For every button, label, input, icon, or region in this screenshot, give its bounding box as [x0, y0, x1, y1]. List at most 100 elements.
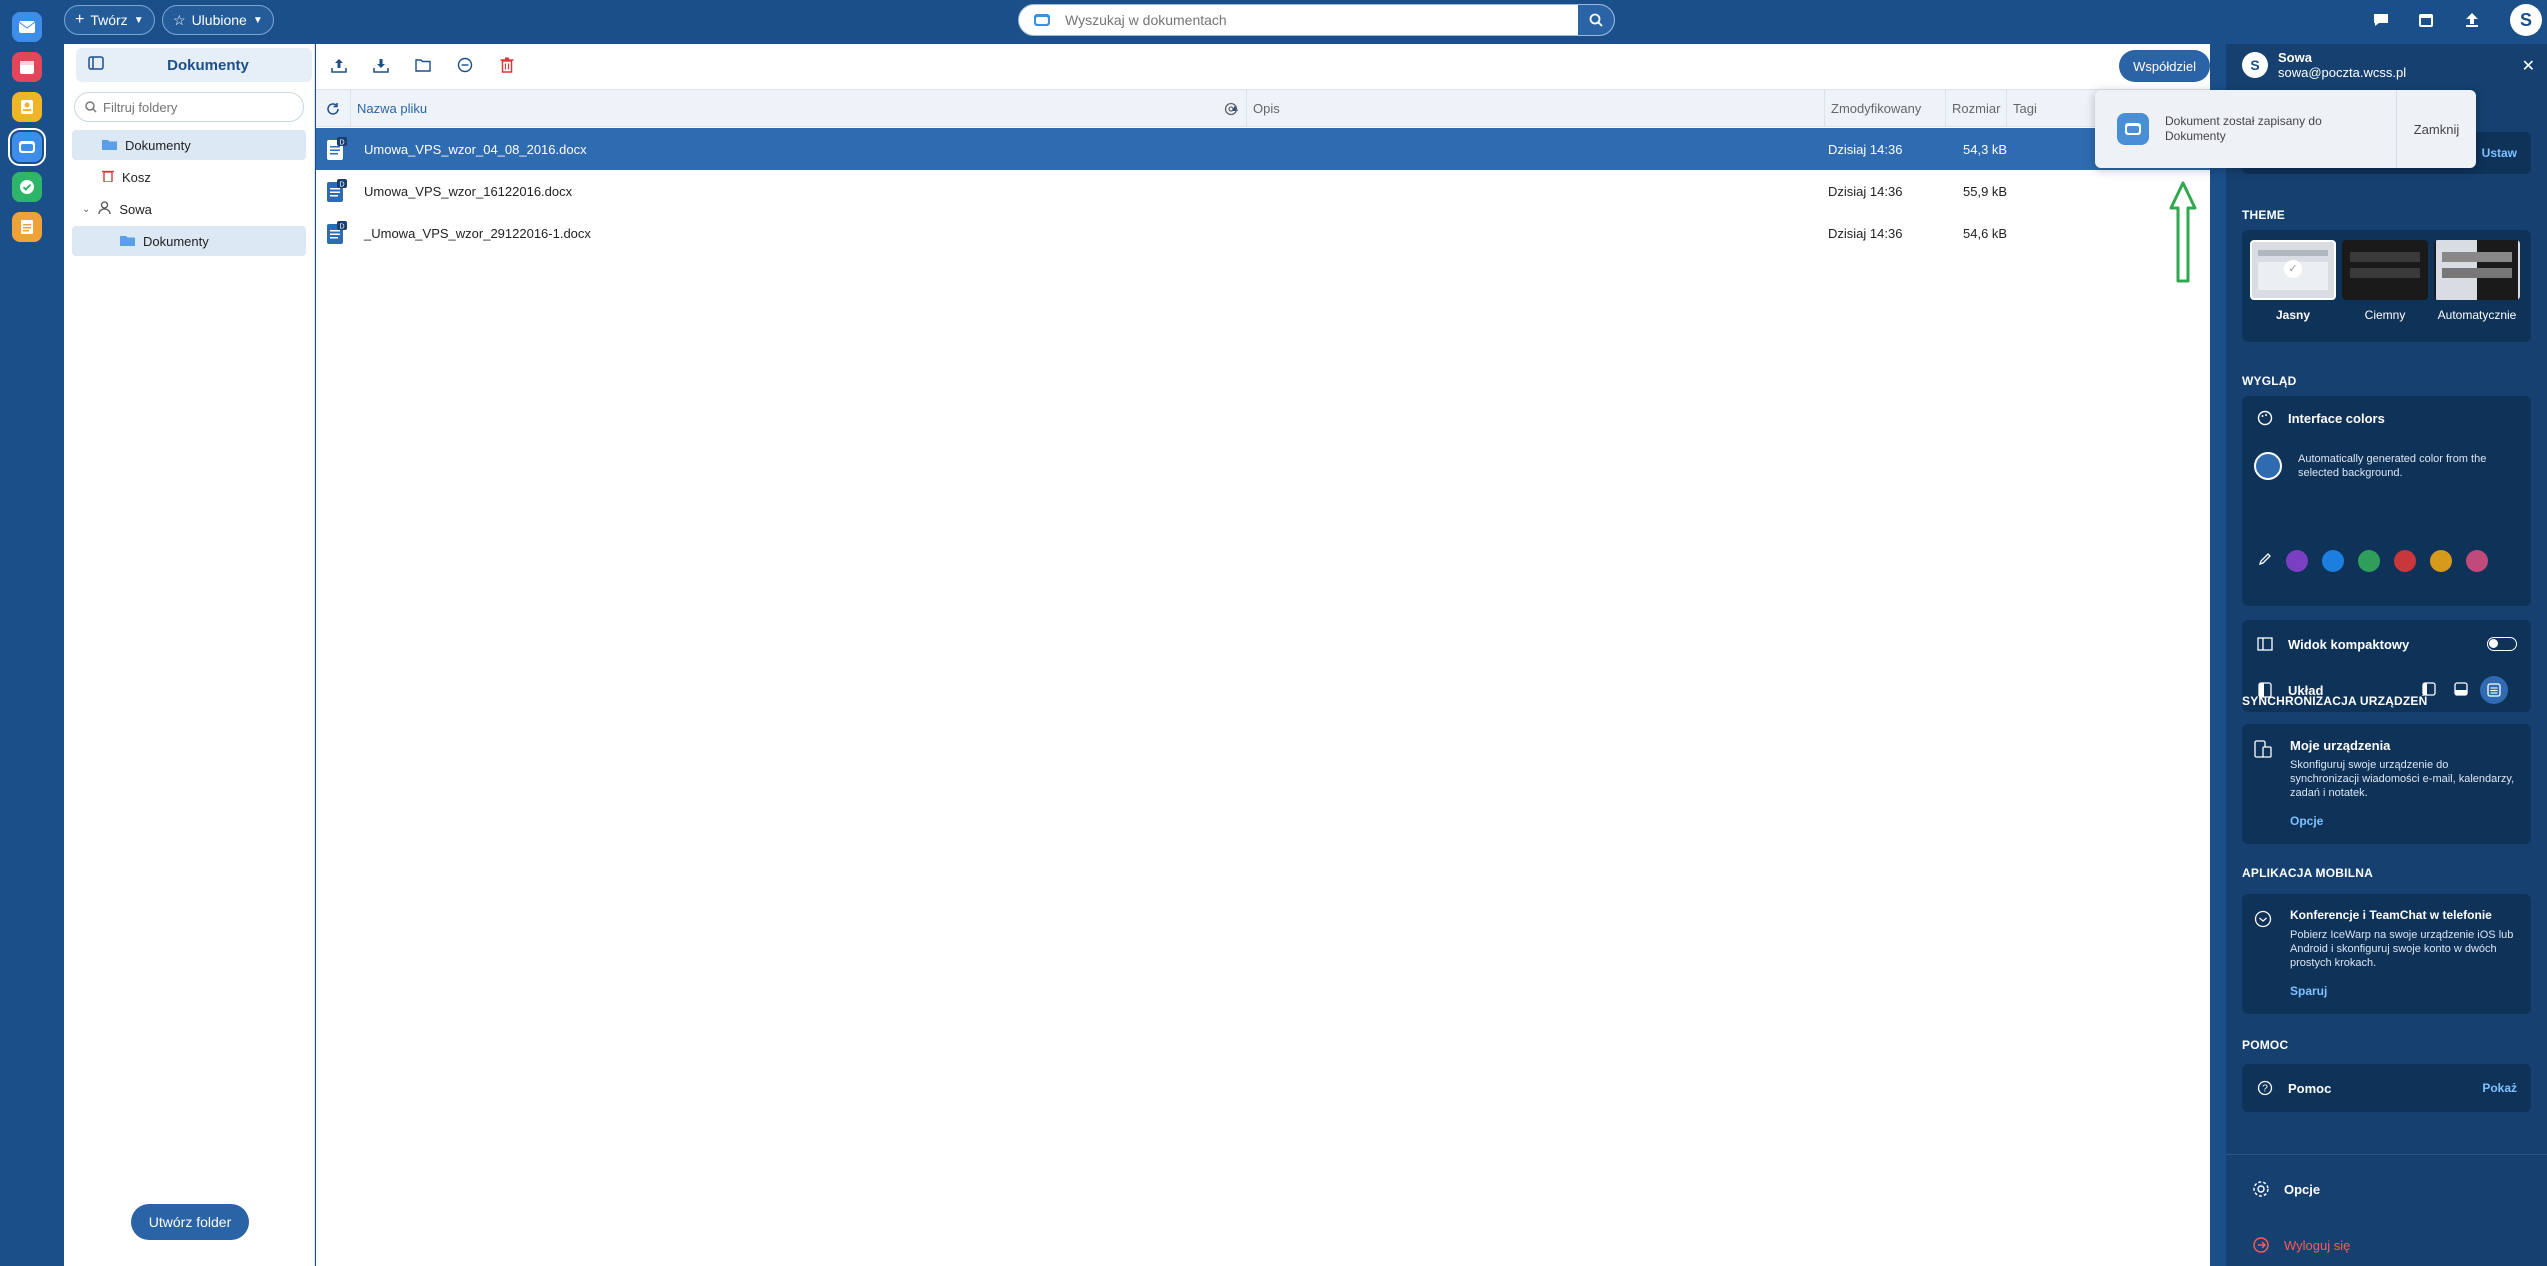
theme-light-option[interactable]: ✓ Jasny: [2250, 240, 2336, 322]
mobile-title: Konferencje i TeamChat w telefonie: [2290, 908, 2492, 922]
layout-rows-icon[interactable]: [2454, 682, 2468, 701]
file-list-area: Współdziel Nazwa pliku ▲ Opis Zmodyfikow…: [316, 44, 2210, 1266]
options-label: Opcje: [2284, 1181, 2321, 1197]
lock-circle-icon[interactable]: [454, 54, 476, 76]
color-pink[interactable]: [2466, 550, 2488, 572]
download-icon[interactable]: [370, 54, 392, 76]
docx-file-icon: D: [327, 179, 347, 202]
notification-line-2: Dokumenty: [2165, 129, 2226, 143]
column-header-size[interactable]: Rozmiar: [1945, 90, 2006, 127]
options-link[interactable]: Opcje: [2290, 814, 2323, 828]
refresh-icon[interactable]: [316, 90, 350, 127]
calendar-app-icon[interactable]: [12, 52, 42, 82]
layout-list-icon[interactable]: [2480, 676, 2508, 704]
logout-label: Wyloguj się: [2284, 1237, 2351, 1253]
color-green[interactable]: [2358, 550, 2380, 572]
color-red[interactable]: [2394, 550, 2416, 572]
search-input[interactable]: [1057, 12, 1578, 28]
tasks-app-icon[interactable]: [12, 172, 42, 202]
folder-item-dokumenty[interactable]: Dokumenty: [72, 130, 306, 160]
options-button[interactable]: Opcje: [2252, 1180, 2320, 1198]
help-heading: POMOC: [2242, 1038, 2289, 1052]
documents-app-icon[interactable]: [8, 128, 46, 166]
theme-label: Jasny: [2275, 308, 2311, 322]
file-size: 54,3 kB: [1963, 141, 2008, 157]
set-status-link[interactable]: Ustaw: [2482, 146, 2517, 160]
auto-color-swatch[interactable]: [2254, 452, 2282, 480]
favorites-button[interactable]: ☆ Ulubione ▼: [162, 5, 274, 35]
settings-icon[interactable]: [1217, 90, 1245, 127]
close-notification-button[interactable]: Zamknij: [2396, 90, 2476, 168]
my-devices-title: Moje urządzenia: [2290, 738, 2391, 753]
table-row[interactable]: D Umowa_VPS_wzor_04_08_2016.docx Dzisiaj…: [316, 128, 2210, 170]
table-header: Nazwa pliku ▲ Opis Zmodyfikowany Rozmiar…: [316, 89, 2210, 127]
theme-card: ✓ Jasny Ciemny Automatycznie: [2242, 230, 2531, 342]
collapse-sidebar-icon[interactable]: [88, 55, 104, 75]
compact-view-toggle[interactable]: [2487, 637, 2517, 651]
annotation-arrow-icon: [2169, 181, 2197, 283]
column-header-description[interactable]: Opis: [1246, 90, 1824, 127]
create-label: Twórz: [90, 12, 128, 28]
folder-filter-input[interactable]: [103, 99, 283, 115]
chevron-down-icon[interactable]: ⌄: [82, 204, 90, 215]
theme-dark-option[interactable]: Ciemny: [2342, 240, 2428, 322]
save-notification: Dokument został zapisany do Dokumenty Za…: [2095, 90, 2476, 168]
search-bar: [1018, 4, 1615, 36]
avatar: S: [2242, 52, 2268, 78]
notification-line-1: Dokument został zapisany do: [2165, 114, 2322, 128]
folder-item-sowa[interactable]: ⌄ Sowa: [72, 194, 306, 224]
pair-link[interactable]: Sparuj: [2290, 984, 2327, 998]
user-avatar[interactable]: S: [2510, 4, 2542, 36]
file-toolbar: Współdziel: [316, 44, 2210, 86]
file-name: Umowa_VPS_wzor_04_08_2016.docx: [364, 141, 587, 157]
move-to-folder-icon[interactable]: [412, 54, 434, 76]
share-button[interactable]: Współdziel: [2119, 50, 2210, 82]
chat-icon[interactable]: [2367, 6, 2395, 34]
search-button[interactable]: [1578, 5, 1614, 35]
notification-message: Dokument został zapisany do Dokumenty: [2165, 114, 2385, 144]
palette-icon: [2254, 410, 2276, 426]
show-help-link[interactable]: Pokaż: [2482, 1081, 2517, 1095]
create-button[interactable]: + Twórz ▼: [64, 5, 155, 35]
eyedropper-icon[interactable]: [2258, 552, 2272, 573]
user-name: Sowa: [2278, 50, 2312, 65]
theme-dark-preview: [2342, 240, 2428, 300]
folder-item-sowa-dokumenty[interactable]: Dokumenty: [72, 226, 306, 256]
color-orange[interactable]: [2430, 550, 2452, 572]
compact-view-row: Widok kompaktowy: [2242, 622, 2531, 666]
column-header-name[interactable]: Nazwa pliku ▲: [350, 90, 1246, 127]
table-row[interactable]: D Umowa_VPS_wzor_16122016.docx Dzisiaj 1…: [316, 170, 2210, 212]
folder-label: Dokumenty: [125, 137, 191, 153]
color-blue[interactable]: [2322, 550, 2344, 572]
help-row: ? Pomoc Pokaż: [2242, 1066, 2531, 1110]
documents-tab[interactable]: Dokumenty: [76, 48, 312, 82]
theme-auto-option[interactable]: Automatycznie: [2434, 240, 2520, 322]
logout-button[interactable]: Wyloguj się: [2252, 1236, 2350, 1254]
create-folder-button[interactable]: Utwórz folder: [131, 1204, 249, 1240]
table-row[interactable]: D _Umowa_VPS_wzor_29122016-1.docx Dzisia…: [316, 212, 2210, 254]
trash-icon: [102, 169, 114, 185]
compact-view-icon: [2254, 637, 2276, 651]
docx-file-icon: D: [327, 221, 347, 244]
column-header-modified[interactable]: Zmodyfikowany: [1824, 90, 1945, 127]
my-devices-description: Skonfiguruj swoje urządzenie do synchron…: [2290, 759, 2515, 799]
color-purple[interactable]: [2286, 550, 2308, 572]
mobile-description: Pobierz IceWarp na swoje urządzenie iOS …: [2290, 929, 2514, 969]
mail-app-icon[interactable]: [12, 12, 42, 42]
close-icon[interactable]: ✕: [2522, 56, 2535, 76]
app-rail: [0, 12, 64, 1266]
calendar-icon[interactable]: [2412, 6, 2440, 34]
file-size: 55,9 kB: [1963, 183, 2008, 199]
documents-app-icon: [1027, 5, 1057, 35]
delete-icon[interactable]: [496, 54, 518, 76]
notes-app-icon[interactable]: [12, 212, 42, 242]
upload-icon[interactable]: [328, 54, 350, 76]
file-modified: Dzisiaj 14:36: [1828, 183, 1903, 199]
folder-item-kosz[interactable]: Kosz: [72, 162, 306, 192]
mobile-card: Konferencje i TeamChat w telefonie Pobie…: [2242, 894, 2531, 1014]
interface-colors-label: Interface colors: [2288, 410, 2385, 426]
contacts-app-icon[interactable]: [12, 92, 42, 122]
upload-icon[interactable]: [2458, 6, 2486, 34]
chevron-down-icon: ▼: [133, 14, 144, 26]
svg-text:D: D: [339, 182, 344, 189]
